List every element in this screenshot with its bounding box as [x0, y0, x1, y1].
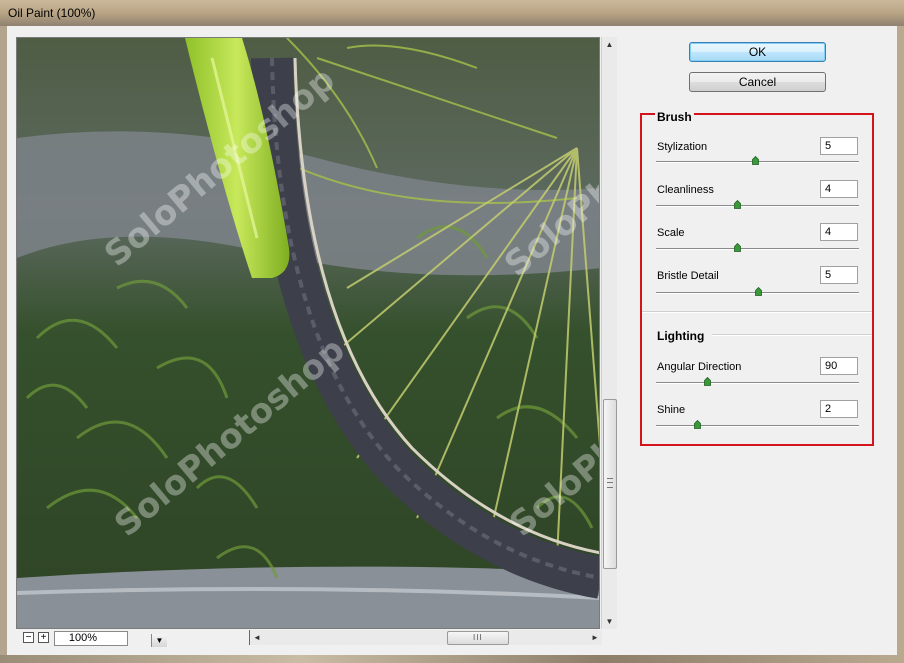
angular-direction-slider[interactable] [656, 382, 859, 384]
window-title: Oil Paint (100%) [8, 6, 96, 20]
scroll-up-icon[interactable]: ▲ [602, 37, 617, 52]
angular-direction-slider-thumb[interactable] [703, 377, 711, 386]
scale-slider[interactable] [656, 248, 859, 250]
cleanliness-slider-thumb[interactable] [734, 200, 742, 209]
cancel-button[interactable]: Cancel [689, 72, 826, 92]
shine-label: Shine [657, 404, 686, 416]
preview-image[interactable]: SoloPhotoshop SoloPhotoshop SoloPhotosho… [16, 37, 600, 629]
lighting-divider [712, 334, 872, 336]
ok-button[interactable]: OK [689, 42, 826, 62]
shine-slider[interactable] [656, 425, 859, 427]
scroll-right-icon[interactable]: ► [588, 630, 602, 645]
zoom-controls: − + 100% ▼ [16, 630, 249, 647]
scale-label: Scale [657, 227, 685, 239]
chevron-down-icon[interactable]: ▼ [151, 634, 167, 647]
zoom-in-button[interactable]: + [38, 632, 49, 643]
zoom-level-field[interactable]: 100% ▼ [54, 631, 167, 647]
scroll-down-icon[interactable]: ▼ [602, 614, 617, 629]
angular-direction-label: Angular Direction [657, 361, 742, 373]
title-bar[interactable]: Oil Paint (100%) [0, 0, 904, 26]
cleanliness-slider[interactable] [656, 205, 859, 207]
grip-icon [607, 478, 613, 488]
zoom-out-button[interactable]: − [23, 632, 34, 643]
section-divider [642, 311, 872, 313]
stylization-field[interactable]: 5 [820, 137, 858, 155]
stylization-label: Stylization [657, 141, 708, 153]
brush-heading: Brush [655, 110, 694, 124]
preview-vertical-scrollbar[interactable]: ▲ ▼ [601, 37, 617, 629]
preview-horizontal-scrollbar[interactable]: ◄ III ► [249, 630, 602, 645]
cleanliness-label: Cleanliness [657, 184, 714, 196]
grip-icon: III [473, 633, 483, 642]
background-right [897, 26, 904, 655]
shine-field[interactable]: 2 [820, 400, 858, 418]
zoom-level-value: 100% [68, 632, 98, 644]
angular-direction-field[interactable]: 90 [820, 357, 858, 375]
oil-paint-parameters: Brush Stylization 5 Cleanliness 4 Scale … [640, 110, 874, 446]
cleanliness-field[interactable]: 4 [820, 180, 858, 198]
scale-field[interactable]: 4 [820, 223, 858, 241]
background-bottom [0, 655, 904, 663]
stylization-slider-thumb[interactable] [752, 156, 760, 165]
bristle-detail-label: Bristle Detail [657, 270, 719, 282]
horizontal-scroll-thumb[interactable]: III [447, 631, 509, 645]
vertical-scroll-thumb[interactable] [603, 399, 617, 569]
scale-slider-thumb[interactable] [734, 243, 742, 252]
bristle-detail-slider-thumb[interactable] [754, 287, 762, 296]
bristle-detail-field[interactable]: 5 [820, 266, 858, 284]
shine-slider-thumb[interactable] [693, 420, 701, 429]
lighting-heading: Lighting [657, 329, 705, 343]
scroll-left-icon[interactable]: ◄ [250, 630, 264, 645]
background-left [0, 26, 7, 655]
oil-paint-preview-svg: SoloPhotoshop SoloPhotoshop SoloPhotosho… [17, 38, 599, 628]
